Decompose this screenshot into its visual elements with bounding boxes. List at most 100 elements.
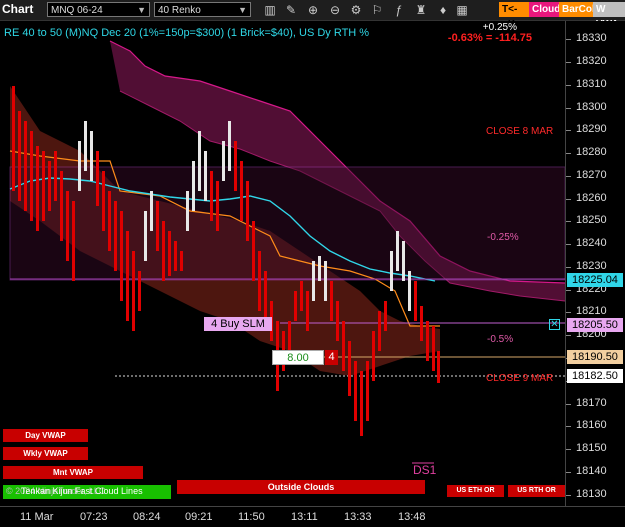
renko-brick [42,151,45,221]
toolbar: Chart MNQ 06-24 ▼ 40 Renko ▼ ▥ ✎ ⊕ ⊖ ⚙ ⚐… [0,0,625,30]
y-tick-mark [566,312,571,314]
order-price-box[interactable]: 8.00 [272,350,324,365]
renko-brick [120,211,123,301]
renko-brick [156,201,159,251]
price-tag-vwap: 18225.04 [567,273,623,287]
y-tick-mark [566,39,571,41]
renko-brick [60,171,63,241]
barcol-toggle-button[interactable]: BarCol [559,2,595,17]
y-tick-label: 18270 [576,168,607,181]
renko-brick [78,141,81,191]
renko-brick [204,151,207,201]
renko-brick [378,311,381,351]
renko-brick [114,201,117,271]
y-tick-mark [566,426,571,428]
x-tick-label: 07:23 [80,511,108,523]
renko-brick [300,281,303,311]
renko-brick [126,231,129,321]
buy-order-text: 4 Buy SLM [211,318,265,330]
close-order-icon[interactable]: ✕ [549,319,560,330]
outside-clouds-button[interactable]: Outside Clouds [177,480,425,494]
price-tag-level: 18190.50 [567,350,623,364]
renko-brick [252,221,255,281]
zoom-icon[interactable]: ⊕ [305,2,321,18]
renko-brick [72,201,75,281]
bar-type-selector[interactable]: 40 Renko ▼ [154,2,251,17]
wvwap-toggle-button[interactable]: W VWA [593,2,625,30]
us-rth-or-button[interactable]: US RTH OR [508,485,565,497]
renko-brick [318,256,321,281]
y-tick-mark [566,153,571,155]
settings-icon[interactable]: ⚙ [348,2,364,18]
x-tick-label: 13:48 [398,511,426,523]
renko-brick [330,281,333,321]
renko-brick [96,151,99,206]
renko-brick [437,351,440,383]
renko-brick [150,191,153,231]
renko-brick [354,361,357,421]
close-9-mar-label: CLOSE 9 MAR [486,373,553,384]
renko-brick [360,371,363,436]
draw-tool-icon[interactable]: ✎ [283,2,299,18]
indicators-icon[interactable]: ƒ [391,2,407,18]
renko-brick [186,191,189,231]
renko-brick [132,251,135,331]
instrument-selector[interactable]: MNQ 06-24 ▼ [47,2,150,17]
y-tick-mark [566,494,571,496]
close-8-mar-label: CLOSE 8 MAR [486,126,553,137]
renko-brick [24,121,27,211]
price-axis[interactable]: 18330 18320 18310 18300 18290 18280 18270 18260… [565,21,625,506]
y-tick-label: 18130 [576,487,607,500]
order-qty-box[interactable]: 4 [325,350,338,365]
renko-brick [84,121,87,171]
zoom-out-icon[interactable]: ⊖ [327,2,343,18]
us-eth-or-button[interactable]: US ETH OR [447,485,504,497]
tk-toggle-button[interactable]: T<->K [499,2,529,30]
renko-brick [198,131,201,191]
order-price-text: 8.00 [287,352,309,364]
y-tick-label: 18320 [576,54,607,67]
y-tick-mark [566,84,571,86]
minus-025-label: -0.25% [487,232,519,243]
ichimoku-button[interactable]: © 2024 NinjaTrader, LLC Tenkan Kijun Fas… [3,485,171,499]
bar-chart-icon[interactable]: ▥ [262,2,278,18]
renko-brick [138,271,141,311]
renko-brick [294,291,297,321]
mnt-vwap-button[interactable]: Mnt VWAP [3,466,143,479]
renko-brick [426,321,429,361]
y-tick-label: 18140 [576,464,607,477]
renko-brick [168,231,171,276]
range-box [9,166,565,281]
price-tag-order: 18205.50 [567,318,623,332]
renko-brick [30,131,33,221]
alert-icon[interactable]: ♦ [435,2,451,18]
y-tick-label: 18300 [576,100,607,113]
properties-icon[interactable]: ⚐ [369,2,385,18]
day-vwap-button[interactable]: Day VWAP [3,429,88,442]
y-tick-label: 18230 [576,259,607,272]
renko-brick [162,221,165,281]
y-tick-mark [566,175,571,177]
time-axis[interactable]: 11 Mar 07:23 08:24 09:21 11:50 13:11 13:33 13:4… [0,506,625,527]
x-tick-label: 11 Mar [20,511,54,523]
renko-brick [372,331,375,381]
renko-brick [234,141,237,191]
renko-brick [414,281,417,321]
wkly-vwap-button[interactable]: Wkly VWAP [3,447,88,460]
y-tick-mark [566,130,571,132]
renko-brick [342,321,345,371]
renko-brick [48,161,51,211]
renko-brick [408,271,411,311]
renko-brick [246,181,249,241]
order-entry-icon[interactable]: ▦ [454,2,470,18]
chevron-down-icon: ▼ [238,5,247,15]
cloud-toggle-button[interactable]: Cloud [529,2,560,17]
y-tick-mark [566,107,571,109]
y-tick-label: 18310 [576,77,607,90]
y-tick-mark [566,289,571,291]
strategy-icon[interactable]: ♜ [413,2,429,18]
buy-order-label[interactable]: 4 Buy SLM [204,317,272,331]
renko-brick [222,141,225,181]
renko-brick [264,271,267,321]
y-tick-label: 18290 [576,123,607,136]
